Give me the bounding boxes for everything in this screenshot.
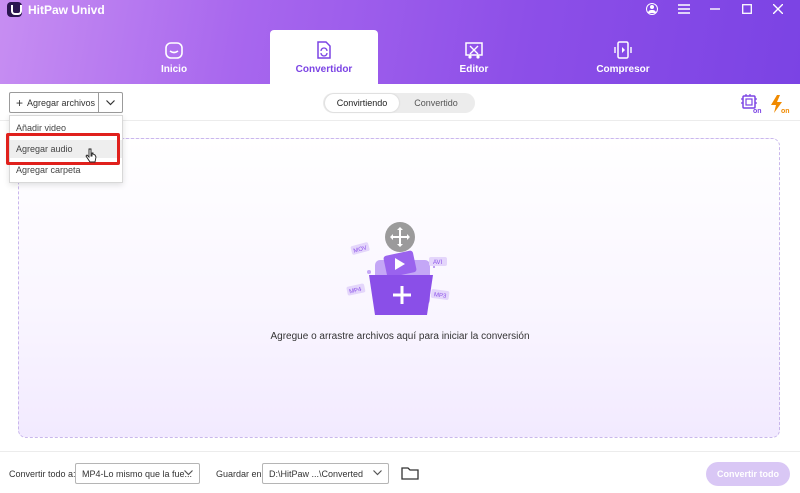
add-files-label: Agregar archivos [27, 97, 96, 108]
lightning-icon[interactable]: on [768, 94, 792, 114]
add-files-dropdown-toggle[interactable] [99, 92, 123, 113]
bottom-divider [0, 451, 800, 452]
user-icon[interactable] [642, 1, 662, 17]
folder-media-illustration-icon: MOV AVI MP4 MP3 [346, 222, 450, 315]
tab-inicio[interactable]: Inicio [120, 30, 228, 84]
tab-convertidor[interactable]: Convertidor [270, 30, 378, 84]
app-title: HitPaw Univd [28, 3, 105, 17]
tab-compresor[interactable]: Compresor [569, 30, 677, 84]
format-tag-mp4: MP4 [349, 287, 363, 296]
output-path-value: D:\HitPaw ...\Converted [269, 468, 364, 479]
menu-icon[interactable] [674, 1, 694, 17]
tab-editor[interactable]: Editor [420, 30, 528, 84]
tab-label: Inicio [160, 64, 188, 75]
folder-icon[interactable] [401, 465, 419, 481]
compress-icon [614, 41, 632, 59]
add-files-button[interactable]: + Agregar archivos [9, 92, 99, 113]
tab-convertido[interactable]: Convertido [399, 94, 473, 112]
tab-convirtiendo[interactable]: Convirtiendo [325, 94, 399, 112]
maximize-icon[interactable] [737, 1, 757, 17]
chevron-down-icon [106, 99, 115, 105]
minimize-icon[interactable] [705, 1, 725, 17]
output-format-select[interactable]: MP4-Lo mismo que la fue... [75, 463, 200, 484]
tab-label: Convertidor [295, 64, 353, 75]
format-tag-avi: AVI [433, 260, 443, 266]
svg-text:on: on [781, 108, 790, 114]
svg-text:on: on [753, 108, 762, 114]
convert-all-button[interactable]: Convertir todo [706, 462, 790, 486]
output-path-select[interactable]: D:\HitPaw ...\Converted [262, 463, 389, 484]
highlight-box [6, 133, 120, 165]
tab-label: Editor [459, 64, 489, 75]
chevron-down-icon [184, 470, 193, 476]
hardware-acceleration-icon[interactable]: on [740, 94, 762, 114]
header: HitPaw Univd Inicio Convertidor Editor C… [0, 0, 800, 84]
convert-icon [317, 41, 331, 59]
status-segmented-control: Convirtiendo Convertido [323, 93, 475, 113]
mouse-cursor-icon [85, 148, 97, 163]
tab-label: Compresor [596, 64, 650, 75]
output-format-value: MP4-Lo mismo que la fue... [82, 468, 193, 479]
convert-all-to-label: Convertir todo a: [9, 469, 76, 479]
drop-zone-prompt: Agregue o arrastre archivos aquí para in… [270, 331, 530, 342]
format-tag-mp3: MP3 [434, 292, 448, 300]
home-icon [165, 42, 183, 59]
app-logo-icon [7, 2, 22, 17]
save-to-label: Guardar en: [216, 469, 265, 479]
editor-icon [465, 42, 483, 59]
plus-icon: + [16, 95, 24, 110]
chevron-down-icon [373, 470, 382, 476]
close-icon[interactable] [768, 1, 788, 17]
